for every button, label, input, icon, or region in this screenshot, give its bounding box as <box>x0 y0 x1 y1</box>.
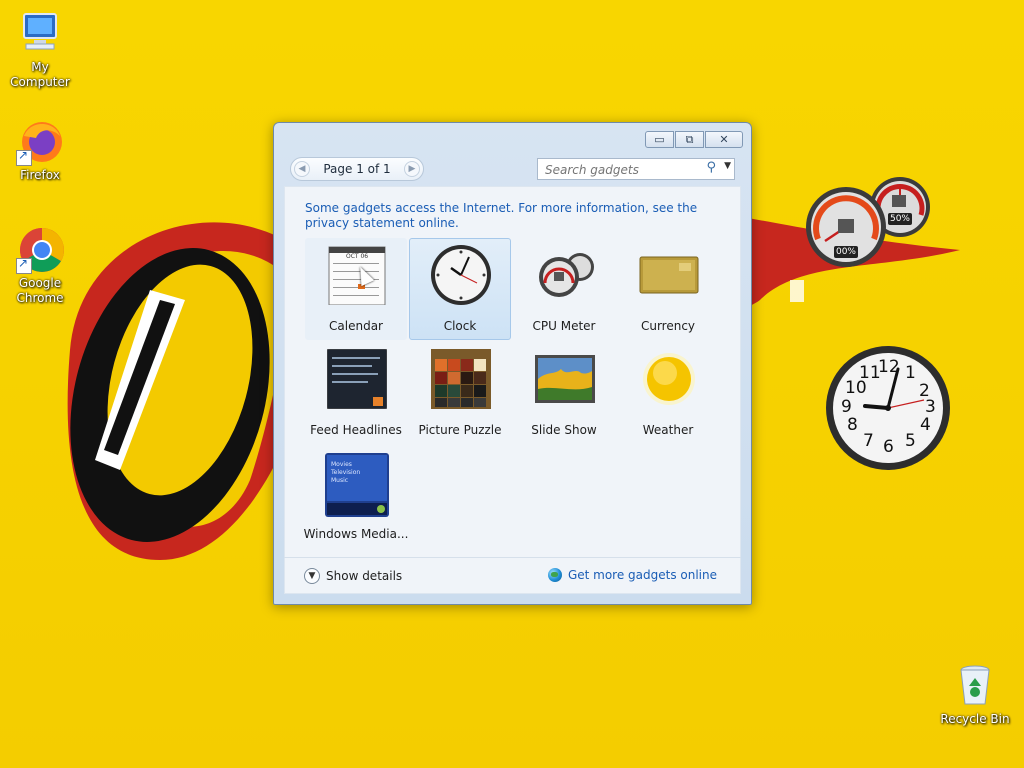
clock-number: 8 <box>847 415 858 435</box>
close-button[interactable]: ✕ <box>705 131 743 148</box>
gadget-panel: Some gadgets access the Internet. For mo… <box>284 186 741 594</box>
gadget-label: Currency <box>640 319 696 333</box>
search-box: ⚲ ▼ <box>537 158 735 180</box>
restore-button[interactable]: ⧉ <box>675 131 704 148</box>
gadget-picture-puzzle[interactable]: Picture Puzzle <box>409 342 511 444</box>
clock-number: 4 <box>920 415 931 435</box>
media-menu-item: Television <box>331 469 361 476</box>
chevron-right-icon: ▶ <box>408 164 416 174</box>
cpu-usage-readout: 00% <box>834 246 858 258</box>
desktop-icon-google-chrome[interactable]: Google Chrome <box>0 226 80 306</box>
gadget-label: Weather <box>642 423 694 437</box>
gadget-label: Feed Headlines <box>310 423 402 437</box>
clock-number: 3 <box>925 397 936 417</box>
gadget-slide-show[interactable]: Slide Show <box>513 342 615 444</box>
gadget-cpu-meter[interactable]: CPU Meter <box>513 238 615 340</box>
restore-icon: ⧉ <box>685 132 694 146</box>
desktop-icon-recycle-bin[interactable]: Recycle Bin <box>935 662 1015 727</box>
picture-puzzle-icon <box>431 349 491 409</box>
search-input[interactable] <box>543 160 697 180</box>
desktop-icon-label: My Computer <box>10 60 70 89</box>
computer-icon <box>16 10 64 58</box>
gadget-label: Calendar <box>329 319 383 333</box>
clock-gadget[interactable]: 12 1 2 3 4 5 6 7 8 9 10 11 <box>825 345 951 471</box>
gadget-label: Clock <box>443 319 477 333</box>
weather-sun-icon <box>639 349 699 409</box>
window-controls: ▭ ⧉ ✕ <box>645 131 743 148</box>
currency-icon <box>639 245 699 305</box>
memory-usage-readout: 50% <box>888 213 912 225</box>
gadget-windows-media-center[interactable]: Movies Television Music Windows Media... <box>304 446 408 548</box>
gallery-footer: ▼ Show details Get more gadgets online <box>284 557 741 594</box>
minimize-button[interactable]: ▭ <box>645 131 674 148</box>
gadget-clock[interactable]: Clock <box>409 238 511 340</box>
clock-number: 7 <box>863 431 874 451</box>
clock-number: 11 <box>859 363 881 383</box>
gadget-currency[interactable]: Currency <box>617 238 719 340</box>
recycle-bin-icon <box>951 662 999 710</box>
chrome-icon <box>16 226 64 274</box>
chevron-down-icon: ▼ <box>304 568 320 584</box>
windows-media-center-icon: Movies Television Music <box>325 453 389 517</box>
gadget-feed-headlines[interactable]: Feed Headlines <box>305 342 407 444</box>
gadget-calendar[interactable]: OCT 06 Calendar <box>305 238 407 340</box>
desktop-icon-firefox[interactable]: Firefox <box>0 118 80 183</box>
gadget-label: CPU Meter <box>532 319 596 333</box>
gadget-label: Windows Media... <box>303 527 409 541</box>
clock-number: 9 <box>841 397 852 417</box>
clock-number: 1 <box>905 363 916 383</box>
clock-number: 5 <box>905 431 916 451</box>
gadget-weather[interactable]: Weather <box>617 342 719 444</box>
cpu-meter-gadget[interactable]: 00% 50% <box>805 175 930 270</box>
gadget-gallery-window[interactable]: ▭ ⧉ ✕ ◀ Page 1 of 1 ▶ ⚲ ▼ Some gadgets a… <box>273 122 752 605</box>
feed-headlines-icon <box>326 348 388 410</box>
desktop-icon-label: Recycle Bin <box>940 712 1010 726</box>
desktop-icon-label: Firefox <box>20 168 60 182</box>
gallery-toolbar: ◀ Page 1 of 1 ▶ ⚲ ▼ <box>284 152 741 186</box>
gadget-label: Picture Puzzle <box>418 423 502 437</box>
cpu-meter-icon <box>535 245 595 305</box>
clock-number: 12 <box>878 357 900 377</box>
gadget-label: Slide Show <box>531 423 597 437</box>
clock-icon <box>431 245 491 305</box>
next-page-button[interactable]: ▶ <box>404 161 420 177</box>
shortcut-arrow-icon <box>16 256 32 274</box>
slide-show-icon <box>535 349 595 409</box>
media-menu-item: Movies <box>331 461 352 468</box>
media-menu-item: Music <box>331 477 349 484</box>
shortcut-arrow-icon <box>16 148 32 166</box>
get-more-gadgets-label: Get more gadgets online <box>567 568 717 582</box>
desktop-icon-my-computer[interactable]: My Computer <box>0 10 80 90</box>
calendar-month: OCT 06 <box>346 253 369 260</box>
close-icon: ✕ <box>719 133 729 146</box>
minimize-icon: ▭ <box>654 133 665 146</box>
page-navigator: ◀ Page 1 of 1 ▶ <box>290 157 424 181</box>
show-details-label: Show details <box>326 569 403 583</box>
globe-icon <box>547 568 562 582</box>
chevron-down-icon[interactable]: ▼ <box>724 161 731 171</box>
show-details-button[interactable]: ▼ Show details <box>304 568 402 584</box>
clock-number: 6 <box>883 437 894 457</box>
firefox-icon <box>16 118 64 166</box>
desktop-icon-label: Google Chrome <box>16 276 64 305</box>
search-icon[interactable]: ⚲ <box>706 160 716 175</box>
privacy-info-link[interactable]: Some gadgets access the Internet. For mo… <box>305 201 715 231</box>
get-more-gadgets-link[interactable]: Get more gadgets online <box>547 568 717 582</box>
